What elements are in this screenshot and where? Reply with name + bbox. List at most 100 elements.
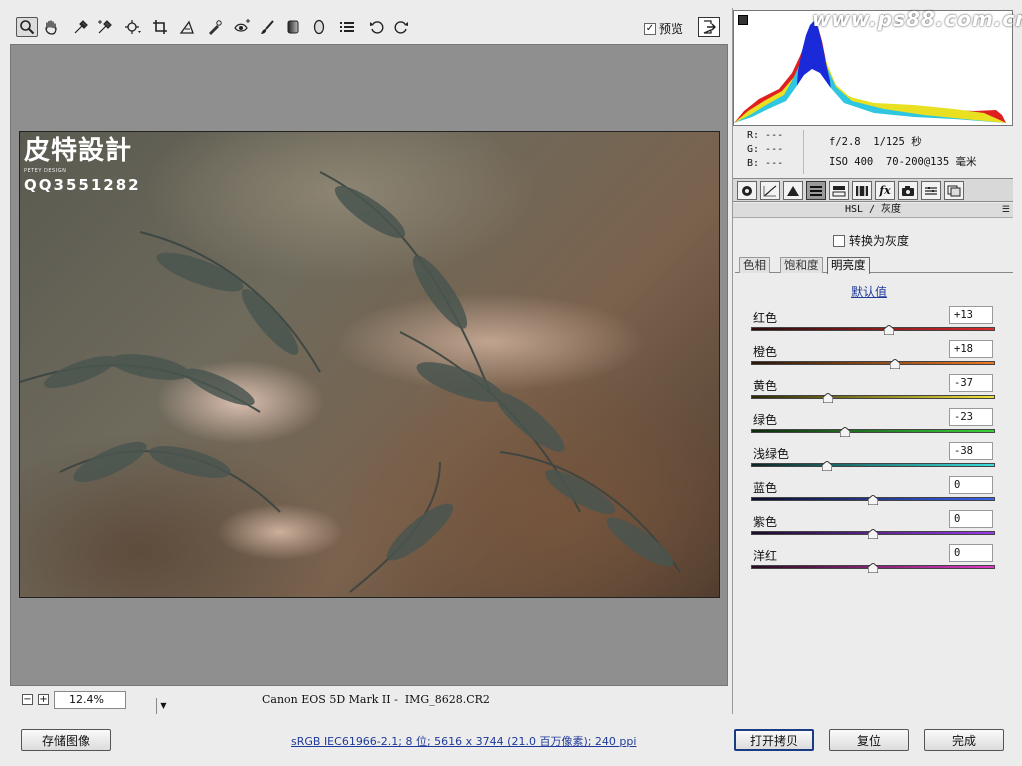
- save-image-button[interactable]: 存储图像: [21, 729, 111, 751]
- panel-menu-icon[interactable]: ☰: [1002, 203, 1010, 217]
- zoom-out-button[interactable]: −: [22, 694, 33, 705]
- slider-track[interactable]: [751, 395, 995, 399]
- crop-tool-icon[interactable]: [150, 17, 172, 37]
- tone-curve-tab-icon[interactable]: [760, 181, 780, 200]
- tab-luminance[interactable]: 明亮度: [827, 257, 870, 274]
- red-eye-tool-icon[interactable]: [232, 17, 254, 37]
- aperture: f/2.8: [829, 136, 861, 148]
- slider-value-field[interactable]: -37: [949, 374, 993, 392]
- checkbox-box[interactable]: [833, 234, 845, 247]
- straighten-tool-icon[interactable]: [176, 17, 198, 37]
- pixel-readout: R: --- G: --- B: --- f/2.8 1/125 秒 ISO 4…: [733, 126, 1013, 178]
- preview-label: 预览: [659, 22, 684, 36]
- slider-value-field[interactable]: +18: [949, 340, 993, 358]
- slider-value-field[interactable]: -23: [949, 408, 993, 426]
- slider-value-field[interactable]: +13: [949, 306, 993, 324]
- slider-thumb[interactable]: [822, 461, 832, 471]
- lens: 70-200@135 毫米: [885, 156, 977, 168]
- slider-label: 紫色: [753, 515, 778, 529]
- slider-track[interactable]: [751, 327, 995, 331]
- section-title-text: HSL / 灰度: [844, 204, 902, 215]
- panel-tab-bar: fx: [733, 178, 1013, 202]
- file-name: IMG_8628.CR2: [404, 693, 490, 706]
- exif-info: f/2.8 1/125 秒 ISO 400 70-200@135 毫米: [829, 132, 976, 172]
- rotate-left-icon[interactable]: [366, 17, 388, 37]
- workflow-options-link[interactable]: sRGB IEC61966-2.1; 8 位; 5616 x 3744 (21.…: [291, 733, 636, 749]
- checkmark-icon[interactable]: ✓: [644, 22, 656, 35]
- watermark-title: 皮特設計: [24, 136, 133, 166]
- slider-value-field[interactable]: 0: [949, 510, 993, 528]
- photo-preview[interactable]: 皮特設計 PETEY DESIGN QQ3551282: [19, 131, 720, 598]
- image-canvas[interactable]: 皮特設計 PETEY DESIGN QQ3551282: [10, 44, 728, 686]
- slider-value-field[interactable]: 0: [949, 476, 993, 494]
- open-copy-button[interactable]: 打开拷贝: [734, 729, 814, 751]
- slider-value-field[interactable]: -38: [949, 442, 993, 460]
- slider-track[interactable]: [751, 463, 995, 467]
- tab-saturation[interactable]: 饱和度: [780, 257, 823, 273]
- reset-button[interactable]: 复位: [829, 729, 909, 751]
- basic-tab-icon[interactable]: [737, 181, 757, 200]
- red-value: R: ---: [747, 130, 784, 141]
- default-link[interactable]: 默认值: [851, 283, 887, 300]
- slider-thumb[interactable]: [890, 359, 900, 369]
- adjustment-brush-tool-icon[interactable]: [256, 17, 278, 37]
- zoom-level-value: 12.4%: [69, 693, 104, 706]
- slider-row: 橙色 +18: [751, 340, 995, 374]
- convert-to-grayscale-checkbox[interactable]: 转换为灰度: [833, 232, 909, 249]
- hsl-tab-icon[interactable]: [806, 181, 826, 200]
- site-watermark: www.ps88.com.cn: [812, 7, 1022, 31]
- slider-thumb[interactable]: [868, 495, 878, 505]
- iso: ISO 400: [829, 156, 874, 168]
- done-button[interactable]: 完成: [924, 729, 1004, 751]
- fern-foliage: [20, 171, 681, 593]
- readout-divider: [803, 130, 804, 174]
- convert-to-grayscale-label: 转换为灰度: [849, 234, 910, 248]
- radial-filter-tool-icon[interactable]: [308, 17, 330, 37]
- slider-row: 紫色 0: [751, 510, 995, 544]
- zoom-level-select[interactable]: 12.4% ▼: [54, 691, 167, 714]
- rotate-right-icon[interactable]: [390, 17, 412, 37]
- slider-row: 蓝色 0: [751, 476, 995, 510]
- slider-label: 橙色: [753, 345, 778, 359]
- detail-tab-icon[interactable]: [783, 181, 803, 200]
- color-sampler-tool-icon[interactable]: [94, 17, 116, 37]
- slider-thumb[interactable]: [840, 427, 850, 437]
- spot-removal-tool-icon[interactable]: [204, 17, 226, 37]
- slider-thumb[interactable]: [868, 563, 878, 573]
- chevron-down-icon[interactable]: ▼: [156, 698, 170, 714]
- shadow-clipping-toggle[interactable]: [738, 15, 748, 25]
- zoom-in-button[interactable]: +: [38, 694, 49, 705]
- slider-thumb[interactable]: [884, 325, 894, 335]
- slider-track[interactable]: [751, 361, 995, 365]
- zoom-tool-icon[interactable]: [16, 17, 38, 37]
- preview-checkbox[interactable]: ✓ 预览: [644, 20, 683, 37]
- lens-corrections-tab-icon[interactable]: [852, 181, 872, 200]
- fullscreen-toggle-icon[interactable]: [698, 17, 720, 37]
- green-value: G: ---: [747, 144, 784, 155]
- watermark-subtitle: PETEY DESIGN: [24, 168, 67, 174]
- graduated-filter-tool-icon[interactable]: [282, 17, 304, 37]
- histogram: www.ps88.com.cn: [733, 7, 1022, 126]
- slider-thumb[interactable]: [868, 529, 878, 539]
- slider-value-field[interactable]: 0: [949, 544, 993, 562]
- section-title: HSL / 灰度 ☰: [733, 203, 1013, 218]
- targeted-adjustment-tool-icon[interactable]: [122, 17, 144, 37]
- presets-tab-icon[interactable]: [921, 181, 941, 200]
- status-bar: − + 12.4% ▼ Canon EOS 5D Mark II - IMG_8…: [10, 686, 728, 714]
- effects-tab-icon[interactable]: fx: [875, 181, 895, 200]
- watermark-qq: QQ3551282: [24, 176, 141, 194]
- tab-hue[interactable]: 色相: [739, 257, 770, 273]
- slider-track[interactable]: [751, 429, 995, 433]
- split-toning-tab-icon[interactable]: [829, 181, 849, 200]
- preferences-list-icon[interactable]: [336, 17, 358, 37]
- slider-row: 洋红 0: [751, 544, 995, 578]
- hand-tool-icon[interactable]: [40, 17, 62, 37]
- camera-calibration-tab-icon[interactable]: [898, 181, 918, 200]
- white-balance-tool-icon[interactable]: [70, 17, 92, 37]
- snapshots-tab-icon[interactable]: [944, 181, 964, 200]
- slider-row: 红色 +13: [751, 306, 995, 340]
- file-info: Canon EOS 5D Mark II - IMG_8628.CR2: [262, 693, 490, 706]
- slider-thumb[interactable]: [823, 393, 833, 403]
- rgb-values: R: --- G: --- B: ---: [747, 129, 783, 171]
- slider-label: 浅绿色: [753, 447, 790, 461]
